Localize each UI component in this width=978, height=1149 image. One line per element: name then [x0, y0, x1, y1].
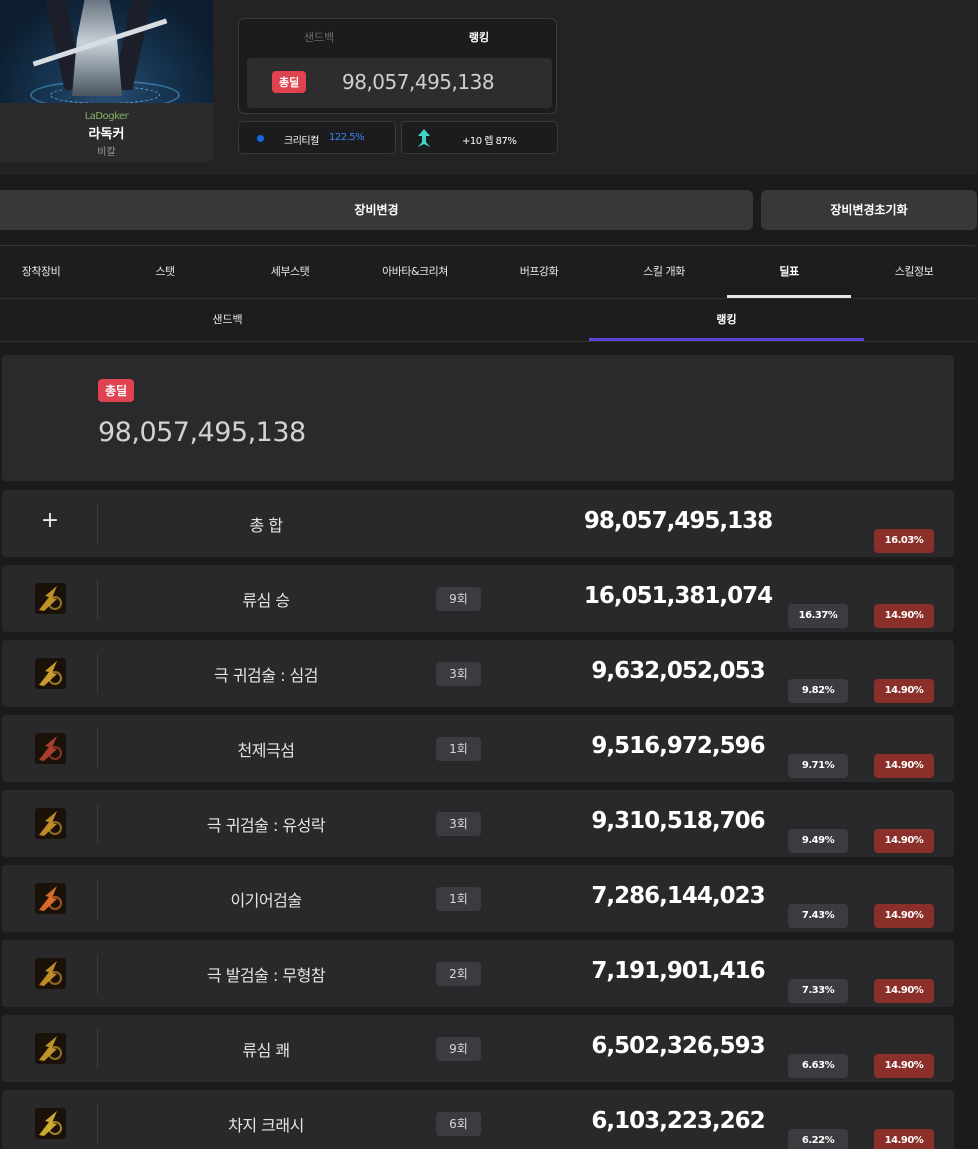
skill-row: 류심 쾌 9회 6,502,326,593 6.63% 14.90% — [2, 1015, 954, 1082]
mini-total-box: 총딜 98,057,495,138 — [247, 58, 552, 108]
skill-increase-pct: 14.90% — [874, 679, 934, 703]
skill-name: 천제극섬 — [237, 741, 295, 760]
reset-equipment-button[interactable]: 장비변경초기화 — [761, 190, 977, 230]
summary-pct: 16.03% — [874, 529, 934, 553]
character-job: 비칼 — [97, 147, 116, 158]
skill-increase-pct: 14.90% — [874, 1129, 934, 1149]
skill-row: 극 귀검술 : 유성락 3회 9,310,518,706 9.49% 14.90% — [2, 790, 954, 857]
skill-share-pct: 6.63% — [788, 1054, 848, 1078]
simgeom-icon — [35, 658, 66, 689]
skill-hit-count: 1회 — [436, 737, 481, 761]
enhance-text: +10 렙 87% — [462, 136, 517, 147]
total-damage-value: 98,057,495,138 — [98, 417, 306, 448]
skill-increase-pct: 14.90% — [874, 604, 934, 628]
skill-row: 극 발검술 : 무형참 2회 7,191,901,416 7.33% 14.90% — [2, 940, 954, 1007]
skill-share-pct: 6.22% — [788, 1129, 848, 1149]
character-name: 라독커 — [88, 127, 125, 142]
character-card[interactable]: LaDogker 라독커 비칼 — [0, 0, 213, 162]
skill-increase-pct: 14.90% — [874, 829, 934, 853]
skill-share-pct: 7.33% — [788, 979, 848, 1003]
change-equipment-button[interactable]: 장비변경 — [0, 190, 753, 230]
skill-damage: 9,632,052,053 — [591, 658, 765, 684]
tab-damage-table[interactable]: 딜표 — [727, 246, 851, 298]
skill-increase-pct: 14.90% — [874, 904, 934, 928]
subtab-ranking[interactable]: 랭킹 — [589, 299, 864, 341]
muhyeongcham-icon — [35, 958, 66, 989]
tab-skill-info[interactable]: 스킬정보 — [852, 246, 976, 298]
skill-row: 류심 승 9회 16,051,381,074 16.37% 14.90% — [2, 565, 954, 632]
skill-damage: 6,103,223,262 — [591, 1108, 765, 1134]
skill-hit-count: 3회 — [436, 662, 481, 686]
skill-name: 류심 쾌 — [242, 1041, 290, 1060]
tab-skill-bloom[interactable]: 스킬 개화 — [602, 246, 726, 298]
skill-name: 차지 크래시 — [228, 1116, 304, 1135]
crit-value: 122.5% — [329, 132, 365, 143]
skill-name: 류심 승 — [242, 591, 290, 610]
skill-share-pct: 16.37% — [788, 604, 848, 628]
tab-detail-stats[interactable]: 세부스탯 — [228, 246, 352, 298]
skill-hit-count: 6회 — [436, 1112, 481, 1136]
skill-row: 천제극섬 1회 9,516,972,596 9.71% 14.90% — [2, 715, 954, 782]
ryusim-seung-icon — [35, 583, 66, 614]
skill-row: 이기어검술 1회 7,286,144,023 7.43% 14.90% — [2, 865, 954, 932]
skill-damage: 7,191,901,416 — [591, 958, 765, 984]
mini-tab-sandbag[interactable]: 샌드백 — [239, 29, 399, 45]
subtab-sandbag[interactable]: 샌드백 — [90, 299, 365, 341]
skill-increase-pct: 14.90% — [874, 754, 934, 778]
tab-equipment[interactable]: 장착장비 — [0, 246, 103, 298]
skill-damage: 7,286,144,023 — [591, 883, 765, 909]
igieo-icon — [35, 883, 66, 914]
tab-avatar-creature[interactable]: 아바타&크리쳐 — [353, 246, 477, 298]
arrow-up-icon — [415, 128, 433, 148]
skill-name: 극 귀검술 : 유성락 — [206, 816, 326, 835]
tabs-container: 장착장비 스탯 세부스탯 아바타&크리쳐 버프강화 스킬 개화 딜표 스킬정보 … — [0, 245, 978, 342]
total-damage-card: 총딜 98,057,495,138 — [2, 355, 954, 481]
cheonje-icon — [35, 733, 66, 764]
crit-label: 크리티컬 — [284, 136, 319, 147]
total-damage-badge: 총딜 — [98, 379, 135, 402]
skill-row: 차지 크래시 6회 6,103,223,262 6.22% 14.90% — [2, 1090, 954, 1149]
ryusim-kwae-icon — [35, 1033, 66, 1064]
skill-hit-count: 1회 — [436, 887, 481, 911]
crit-pill: 크리티컬 122.5% — [238, 121, 396, 154]
character-header: LaDogker 라독커 비칼 샌드백 랭킹 총딜 98,057,495,138… — [0, 0, 978, 175]
skill-damage: 16,051,381,074 — [583, 583, 773, 609]
skill-hit-count: 9회 — [436, 587, 481, 611]
skill-share-pct: 9.82% — [788, 679, 848, 703]
tab-buff-enhance[interactable]: 버프강화 — [477, 246, 601, 298]
summary-name: 총 합 — [249, 516, 283, 535]
skill-share-pct: 7.43% — [788, 904, 848, 928]
tab-stats[interactable]: 스탯 — [103, 246, 227, 298]
skill-name: 이기어검술 — [230, 891, 302, 910]
skill-hit-count: 3회 — [436, 812, 481, 836]
charge-crash-icon — [35, 1108, 66, 1139]
skill-increase-pct: 14.90% — [874, 1054, 934, 1078]
skill-increase-pct: 14.90% — [874, 979, 934, 1003]
skill-damage: 9,310,518,706 — [591, 808, 765, 834]
skill-share-pct: 9.71% — [788, 754, 848, 778]
mini-total-value: 98,057,495,138 — [342, 70, 495, 94]
summary-damage: 98,057,495,138 — [583, 508, 773, 534]
skill-row: 극 귀검술 : 심검 3회 9,632,052,053 9.82% 14.90% — [2, 640, 954, 707]
skill-damage: 9,516,972,596 — [591, 733, 765, 759]
skill-hit-count: 2회 — [436, 962, 481, 986]
mini-tab-ranking[interactable]: 랭킹 — [399, 29, 559, 45]
character-portrait — [0, 0, 213, 103]
mini-damage-panel: 샌드백 랭킹 총딜 98,057,495,138 — [238, 18, 557, 114]
crit-dot-icon — [257, 135, 264, 142]
character-server: LaDogker — [84, 111, 129, 122]
summary-row: + 총 합 98,057,495,138 16.03% — [2, 490, 954, 557]
skill-share-pct: 9.49% — [788, 829, 848, 853]
skill-damage: 6,502,326,593 — [591, 1033, 765, 1059]
skill-hit-count: 9회 — [436, 1037, 481, 1061]
skill-name: 극 귀검술 : 심검 — [214, 666, 318, 685]
total-damage-badge: 총딜 — [272, 71, 307, 93]
skill-name: 극 발검술 : 무형참 — [206, 966, 326, 985]
plus-icon[interactable]: + — [40, 506, 60, 536]
enhance-pill: +10 렙 87% — [401, 121, 558, 154]
yuseongrak-icon — [35, 808, 66, 839]
